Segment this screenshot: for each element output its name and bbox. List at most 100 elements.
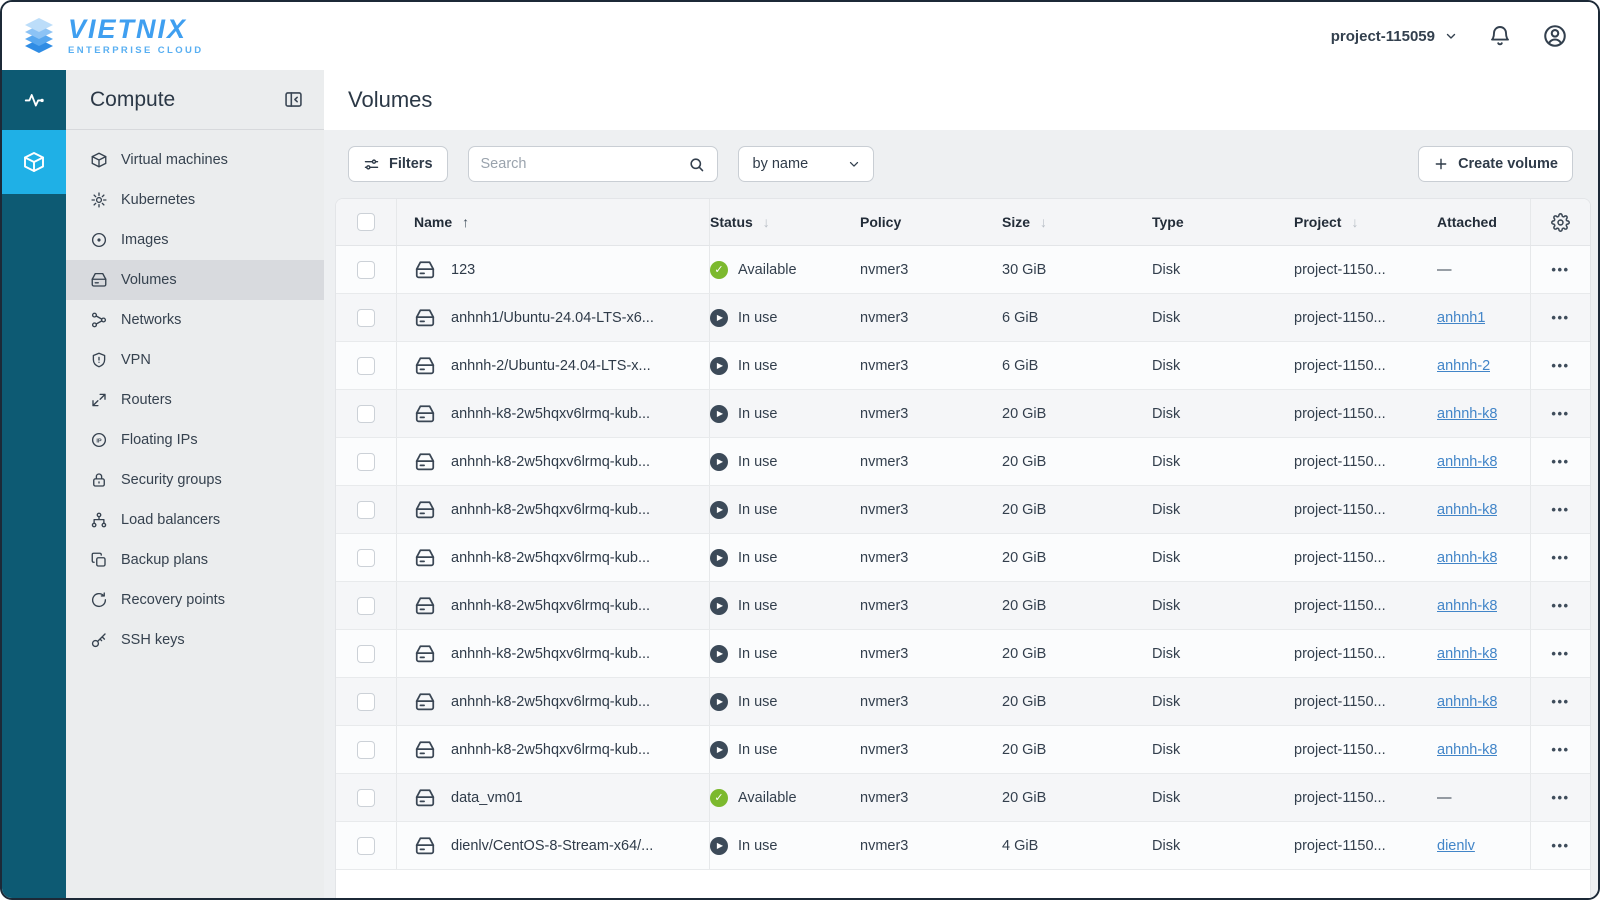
sidebar-item-backup-plans[interactable]: Backup plans [66,540,324,580]
policy-value: nvmer3 [860,534,1002,581]
table-row: anhnh-k8-2w5hqxv6lrmq-kub... ▶ In use nv… [336,534,1590,582]
row-actions-button[interactable]: ••• [1530,438,1590,485]
attached-link[interactable]: anhnh-k8 [1437,502,1497,518]
policy-value: nvmer3 [860,486,1002,533]
volume-name[interactable]: anhnh-2/Ubuntu-24.04-LTS-x... [451,358,651,374]
status-label: In use [738,838,778,854]
sidebar-item-networks[interactable]: Networks [66,300,324,340]
volume-name[interactable]: anhnh-k8-2w5hqxv6lrmq-kub... [451,502,650,518]
attached-link[interactable]: anhnh-k8 [1437,454,1497,470]
volume-name[interactable]: anhnh-k8-2w5hqxv6lrmq-kub... [451,454,650,470]
row-actions-button[interactable]: ••• [1530,534,1590,581]
sidebar-item-security-groups[interactable]: Security groups [66,460,324,500]
attached-cell: anhnh-k8 [1437,582,1530,629]
sidebar-item-label: Recovery points [121,592,225,608]
attached-link[interactable]: anhnh-2 [1437,358,1490,374]
attached-link[interactable]: anhnh-k8 [1437,550,1497,566]
volume-name[interactable]: anhnh-k8-2w5hqxv6lrmq-kub... [451,646,650,662]
row-checkbox[interactable] [357,309,375,327]
sidebar-item-routers[interactable]: Routers [66,380,324,420]
sidebar-item-virtual-machines[interactable]: Virtual machines [66,140,324,180]
notifications-bell-icon[interactable] [1488,24,1512,48]
row-actions-button[interactable]: ••• [1530,582,1590,629]
row-actions-button[interactable]: ••• [1530,390,1590,437]
attached-cell: anhnh-2 [1437,342,1530,389]
column-header-size[interactable]: Size↓ [1002,199,1152,245]
volume-name[interactable]: 123 [451,262,475,278]
attached-cell: anhnh-k8 [1437,486,1530,533]
row-actions-button[interactable]: ••• [1530,630,1590,677]
row-checkbox[interactable] [357,693,375,711]
row-actions-button[interactable]: ••• [1530,342,1590,389]
column-header-project[interactable]: Project↓ [1294,199,1437,245]
row-actions-button[interactable]: ••• [1530,294,1590,341]
size-value: 6 GiB [1002,342,1152,389]
row-actions-button[interactable]: ••• [1530,822,1590,869]
collapse-sidebar-icon[interactable] [283,89,304,110]
column-header-name[interactable]: Name↑ [397,199,710,245]
volume-name[interactable]: anhnh1/Ubuntu-24.04-LTS-x6... [451,310,654,326]
user-account-icon[interactable] [1542,23,1568,49]
attached-link[interactable]: anhnh-k8 [1437,646,1497,662]
sidebar-item-floating-ips[interactable]: IPFloating IPs [66,420,324,460]
filters-button[interactable]: Filters [348,146,448,182]
volume-name[interactable]: anhnh-k8-2w5hqxv6lrmq-kub... [451,550,650,566]
attached-link[interactable]: anhnh1 [1437,310,1485,326]
column-header-type[interactable]: Type [1152,199,1294,245]
row-checkbox[interactable] [357,501,375,519]
sidebar-item-load-balancers[interactable]: Load balancers [66,500,324,540]
project-value: project-1150... [1294,630,1437,677]
row-checkbox[interactable] [357,357,375,375]
sidebar-item-recovery-points[interactable]: Recovery points [66,580,324,620]
sidebar-item-ssh-keys[interactable]: SSH keys [66,620,324,660]
row-checkbox[interactable] [357,405,375,423]
volume-name[interactable]: data_vm01 [451,790,523,806]
row-actions-button[interactable]: ••• [1530,774,1590,821]
attached-link[interactable]: anhnh-k8 [1437,742,1497,758]
project-value: project-1150... [1294,726,1437,773]
attached-link[interactable]: anhnh-k8 [1437,694,1497,710]
attached-cell: anhnh-k8 [1437,390,1530,437]
column-label: Status [710,214,753,230]
row-checkbox[interactable] [357,261,375,279]
sidebar-item-images[interactable]: Images [66,220,324,260]
column-header-status[interactable]: Status↓ [710,199,860,245]
create-volume-button[interactable]: Create volume [1418,146,1573,182]
volume-name[interactable]: anhnh-k8-2w5hqxv6lrmq-kub... [451,406,650,422]
volume-name[interactable]: anhnh-k8-2w5hqxv6lrmq-kub... [451,694,650,710]
volume-name[interactable]: anhnh-k8-2w5hqxv6lrmq-kub... [451,598,650,614]
filters-button-label: Filters [389,156,433,172]
volume-drive-icon [414,691,436,713]
row-checkbox[interactable] [357,645,375,663]
column-header-attached[interactable]: Attached [1437,199,1530,245]
row-actions-button[interactable]: ••• [1530,486,1590,533]
sidebar-item-vpn[interactable]: VPN [66,340,324,380]
row-actions-button[interactable]: ••• [1530,246,1590,293]
drive-icon [90,271,108,289]
row-checkbox[interactable] [357,549,375,567]
column-header-policy[interactable]: Policy [860,199,1002,245]
search-field-select[interactable]: by name [738,146,874,182]
attached-link[interactable]: dienlv [1437,838,1475,854]
sidebar-item-kubernetes[interactable]: Kubernetes [66,180,324,220]
row-checkbox[interactable] [357,837,375,855]
rail-item-monitoring[interactable] [2,70,66,130]
row-checkbox[interactable] [357,741,375,759]
row-checkbox[interactable] [357,597,375,615]
volume-name[interactable]: dienlv/CentOS-8-Stream-x64/... [451,838,653,854]
row-actions-button[interactable]: ••• [1530,678,1590,725]
attached-link[interactable]: anhnh-k8 [1437,598,1497,614]
row-checkbox[interactable] [357,453,375,471]
select-all-checkbox[interactable] [357,213,375,231]
sidebar-item-volumes[interactable]: Volumes [66,260,324,300]
volume-name[interactable]: anhnh-k8-2w5hqxv6lrmq-kub... [451,742,650,758]
plus-icon [1433,156,1449,172]
table-settings-button[interactable] [1530,199,1590,245]
attached-link[interactable]: anhnh-k8 [1437,406,1497,422]
row-checkbox[interactable] [357,789,375,807]
circle-dot-icon [90,231,108,249]
project-selector[interactable]: project-115059 [1331,28,1458,45]
rail-item-compute[interactable] [2,130,66,194]
row-actions-button[interactable]: ••• [1530,726,1590,773]
search-input[interactable] [481,156,680,172]
